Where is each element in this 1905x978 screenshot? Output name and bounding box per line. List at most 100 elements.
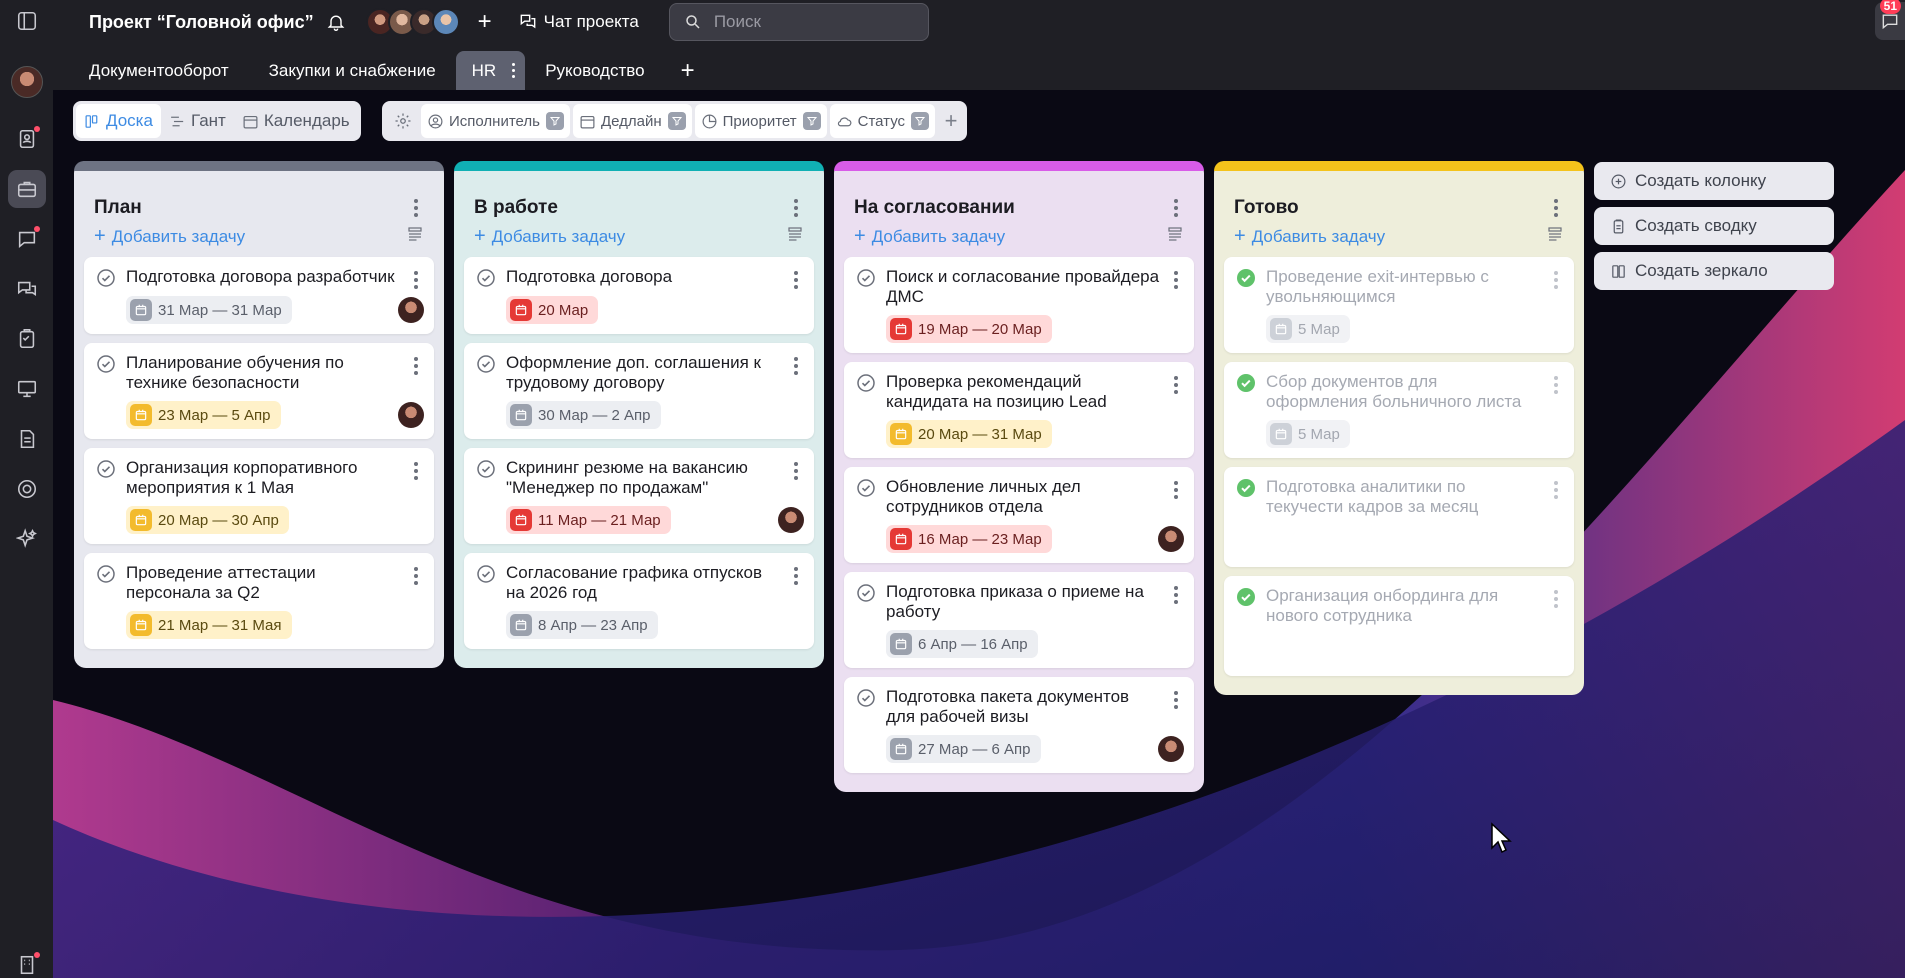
assignee-avatar[interactable] — [398, 297, 424, 323]
task-menu-icon[interactable] — [1168, 479, 1184, 501]
add-filter-icon[interactable]: + — [938, 108, 964, 134]
add-tab-icon[interactable]: + — [665, 51, 711, 90]
task-menu-icon[interactable] — [1168, 689, 1184, 711]
task-check-icon[interactable] — [856, 583, 876, 603]
column-title[interactable]: Готово — [1234, 197, 1299, 219]
assignee-avatar[interactable] — [778, 507, 804, 533]
messages-icon[interactable] — [8, 270, 46, 308]
create-summary-button[interactable]: Создать сводку — [1594, 207, 1834, 245]
add-member-icon[interactable]: + — [478, 10, 492, 34]
task-card[interactable]: Подготовка аналитики по текучести кадров… — [1224, 467, 1574, 567]
task-check-icon[interactable] — [1236, 587, 1256, 607]
task-check-icon[interactable] — [96, 268, 116, 288]
presentation-icon[interactable] — [8, 370, 46, 408]
assignee-avatar[interactable] — [1158, 526, 1184, 552]
task-check-icon[interactable] — [476, 459, 496, 479]
add-task-button[interactable]: + Добавить задачу — [474, 225, 625, 248]
column-menu-icon[interactable] — [1168, 197, 1184, 219]
support-icon[interactable] — [8, 470, 46, 508]
task-card[interactable]: Проведение exit-интервью с увольняющимся… — [1224, 257, 1574, 353]
task-check-icon[interactable] — [856, 688, 876, 708]
task-check-icon[interactable] — [856, 268, 876, 288]
tab-hr[interactable]: HR — [455, 51, 526, 90]
task-deadline[interactable]: 23 Мар — 5 Апр — [126, 401, 281, 429]
sidebar-toggle-icon[interactable] — [8, 2, 46, 40]
task-deadline[interactable]: 11 Мар — 21 Мар — [506, 506, 671, 534]
column-title[interactable]: На согласовании — [854, 197, 1015, 219]
assignee-avatar[interactable] — [1158, 736, 1184, 762]
projects-icon[interactable] — [7, 170, 46, 208]
column-menu-icon[interactable] — [1548, 197, 1564, 219]
task-menu-icon[interactable] — [408, 460, 424, 482]
task-menu-icon[interactable] — [1168, 584, 1184, 606]
filter-status[interactable]: Статус — [829, 104, 936, 138]
add-task-button[interactable]: + Добавить задачу — [1234, 225, 1385, 248]
funnel-icon[interactable] — [802, 112, 821, 130]
list-view-icon[interactable] — [786, 225, 804, 248]
ai-sparkle-icon[interactable] — [8, 520, 46, 558]
tab-menu-icon[interactable] — [512, 63, 516, 78]
settings-gear-icon[interactable] — [385, 104, 421, 138]
task-deadline[interactable]: 20 Мар — 30 Апр — [126, 506, 289, 534]
column-title[interactable]: В работе — [474, 197, 558, 219]
project-chat-button[interactable]: Чат проекта — [518, 12, 639, 32]
list-view-icon[interactable] — [1166, 225, 1184, 248]
list-view-icon[interactable] — [406, 225, 424, 248]
task-menu-icon[interactable] — [1548, 374, 1564, 396]
task-card[interactable]: Обновление личных дел сотрудников отдела… — [844, 467, 1194, 563]
task-check-icon[interactable] — [1236, 478, 1256, 498]
task-check-icon[interactable] — [856, 373, 876, 393]
user-avatar[interactable] — [10, 66, 43, 98]
task-deadline[interactable]: 19 Мар — 20 Мар — [886, 315, 1052, 343]
task-check-icon[interactable] — [96, 564, 116, 584]
task-menu-icon[interactable] — [1168, 269, 1184, 291]
task-deadline[interactable]: 20 Мар — 31 Мар — [886, 420, 1052, 448]
task-menu-icon[interactable] — [788, 460, 804, 482]
task-check-icon[interactable] — [96, 459, 116, 479]
task-check-icon[interactable] — [856, 478, 876, 498]
company-icon[interactable] — [8, 946, 46, 978]
task-deadline[interactable]: 31 Мар — 31 Мар — [126, 296, 292, 324]
view-gantt-button[interactable]: Гант — [161, 104, 234, 138]
contacts-icon[interactable] — [8, 120, 46, 158]
task-check-icon[interactable] — [1236, 373, 1256, 393]
task-card[interactable]: Скрининг резюме на вакансию "Менеджер по… — [464, 448, 814, 544]
column-menu-icon[interactable] — [408, 197, 424, 219]
task-menu-icon[interactable] — [788, 269, 804, 291]
view-calendar-button[interactable]: Календарь — [234, 104, 358, 138]
funnel-icon[interactable] — [911, 112, 930, 130]
task-deadline[interactable]: 27 Мар — 6 Апр — [886, 735, 1041, 763]
funnel-icon[interactable] — [667, 112, 686, 130]
task-deadline[interactable]: 5 Мар — [1266, 420, 1350, 448]
chat-icon[interactable] — [8, 220, 46, 258]
tab-document-flow[interactable]: Документооборот — [69, 51, 249, 90]
task-menu-icon[interactable] — [1548, 269, 1564, 291]
task-card[interactable]: Планирование обучения по технике безопас… — [84, 343, 434, 439]
task-check-icon[interactable] — [476, 564, 496, 584]
task-card[interactable]: Проверка рекомендаций кандидата на позиц… — [844, 362, 1194, 458]
documents-icon[interactable] — [8, 420, 46, 458]
task-card[interactable]: Организация корпоративного мероприятия к… — [84, 448, 434, 544]
view-board-button[interactable]: Доска — [76, 104, 161, 138]
task-card[interactable]: Согласование графика отпусков на 2026 го… — [464, 553, 814, 649]
task-deadline[interactable]: 8 Апр — 23 Апр — [506, 611, 658, 639]
project-title[interactable]: Проект “Головной офис” — [89, 12, 314, 33]
filter-assignee[interactable]: Исполнитель — [421, 104, 570, 138]
task-deadline[interactable]: 6 Апр — 16 Апр — [886, 630, 1038, 658]
task-menu-icon[interactable] — [1548, 588, 1564, 610]
task-deadline[interactable]: 5 Мар — [1266, 315, 1350, 343]
column-menu-icon[interactable] — [788, 197, 804, 219]
task-card[interactable]: Проведение аттестации персонала за Q2 21 … — [84, 553, 434, 649]
list-view-icon[interactable] — [1546, 225, 1564, 248]
task-deadline[interactable]: 16 Мар — 23 Мар — [886, 525, 1052, 553]
filter-deadline[interactable]: Дедлайн — [572, 104, 692, 138]
project-members[interactable] — [365, 8, 460, 36]
filter-priority[interactable]: Приоритет — [694, 104, 827, 138]
assignee-avatar[interactable] — [398, 402, 424, 428]
task-check-icon[interactable] — [476, 268, 496, 288]
member-avatar[interactable] — [431, 8, 460, 36]
task-card[interactable]: Подготовка приказа о приеме на работу 6 А… — [844, 572, 1194, 668]
task-card[interactable]: Сбор документов для оформления больнично… — [1224, 362, 1574, 458]
add-task-button[interactable]: + Добавить задачу — [94, 225, 245, 248]
search-input[interactable] — [713, 12, 914, 32]
